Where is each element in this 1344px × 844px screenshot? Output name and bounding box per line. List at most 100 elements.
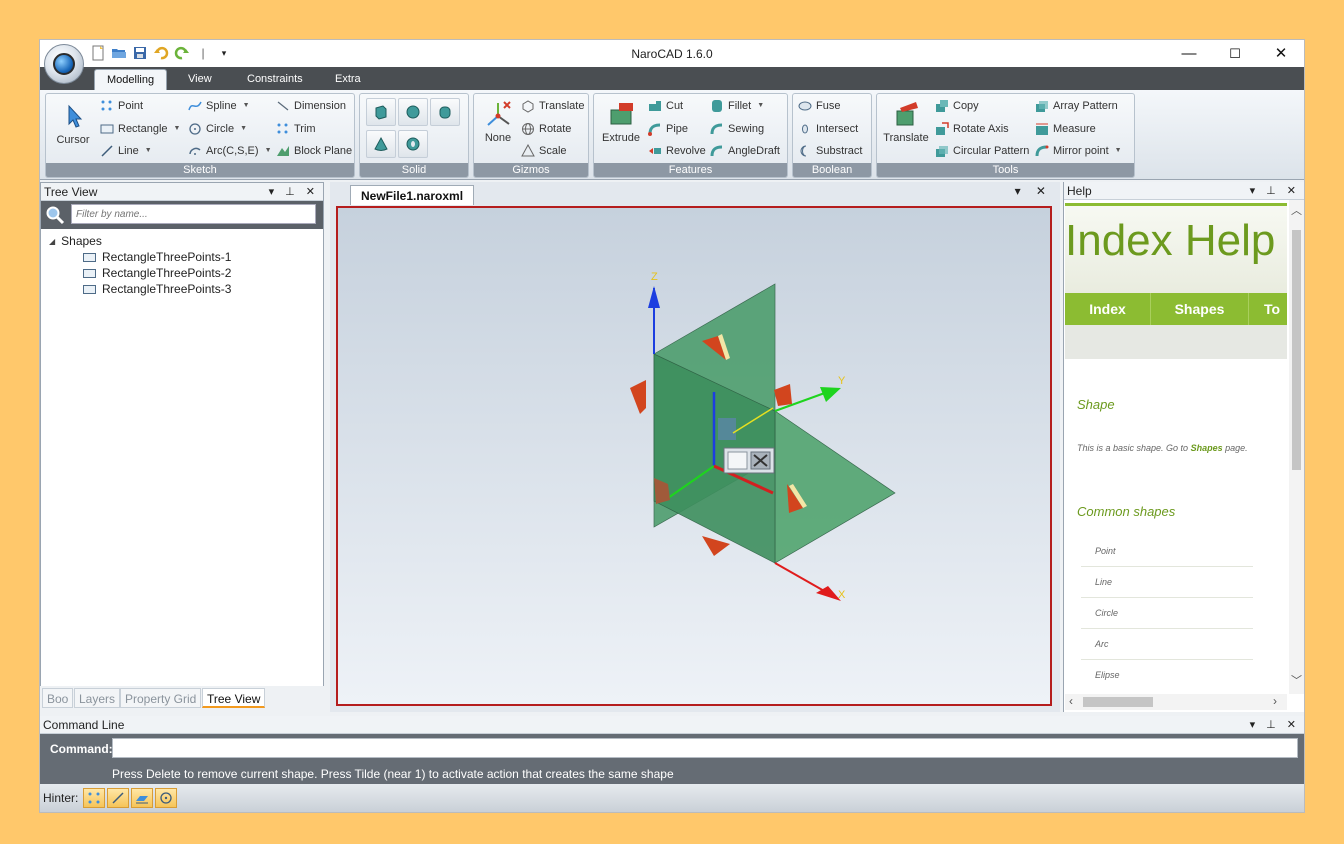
- 3d-viewport[interactable]: Z X Y: [336, 206, 1052, 706]
- scroll-thumb[interactable]: [1292, 230, 1301, 470]
- command-line-panel-tools[interactable]: ▾ ⊥ ✕: [1250, 716, 1300, 734]
- help-horizontal-scrollbar[interactable]: ‹ ›: [1065, 694, 1287, 710]
- help-list-item[interactable]: Line: [1081, 567, 1253, 598]
- translate-gizmo-icon: [521, 99, 535, 113]
- torus-solid-button[interactable]: [398, 130, 428, 158]
- line-button[interactable]: Line ▼: [100, 142, 152, 160]
- search-icon[interactable]: [45, 205, 65, 225]
- resize-handle[interactable]: [774, 384, 792, 406]
- fuse-button[interactable]: Fuse: [798, 97, 840, 115]
- pipe-button[interactable]: Pipe: [648, 120, 688, 138]
- tree-filter-input[interactable]: [71, 204, 316, 224]
- scroll-thumb[interactable]: [1083, 697, 1153, 707]
- scroll-up-icon[interactable]: ︿: [1291, 202, 1302, 218]
- point-button[interactable]: Point: [100, 97, 143, 115]
- sphere-solid-button[interactable]: [398, 98, 428, 126]
- narocad-window: | ▾ NaroCAD 1.6.0 — ☐ ✕ Modelling View C…: [40, 40, 1304, 812]
- angle-draft-button[interactable]: AngleDraft: [710, 142, 780, 160]
- document-tab[interactable]: NewFile1.naroxml: [350, 185, 475, 205]
- tab-modelling[interactable]: Modelling: [94, 69, 168, 90]
- rotate-axis-button[interactable]: Rotate Axis: [935, 120, 1009, 138]
- gizmo-scale-button[interactable]: Scale: [521, 142, 567, 160]
- tree-view-panel: Tree View ▾ ⊥ ✕ ◢ Shapes RectangleThreeP…: [40, 182, 324, 710]
- substract-button[interactable]: Substract: [798, 142, 862, 160]
- dimension-button[interactable]: Dimension: [276, 97, 346, 115]
- circular-pattern-button[interactable]: Circular Pattern: [935, 142, 1029, 160]
- ribbon-group-sketch: Cursor Point Rectangle ▼ Line ▼ Spline ▼ Ci…: [45, 93, 355, 178]
- scroll-right-icon[interactable]: ›: [1273, 694, 1277, 708]
- hinter-point-button[interactable]: [83, 788, 105, 808]
- help-list-item[interactable]: Elipse: [1081, 660, 1253, 691]
- left-panel-tabs: Boo Layers Property Grid Tree View: [40, 686, 324, 710]
- sewing-button[interactable]: Sewing: [710, 120, 764, 138]
- help-nav-shapes[interactable]: Shapes: [1151, 293, 1249, 325]
- tab-constraints[interactable]: Constraints: [235, 69, 315, 90]
- help-nav-index[interactable]: Index: [1065, 293, 1151, 325]
- help-list-item[interactable]: Circle: [1081, 598, 1253, 629]
- help-link-shapes[interactable]: Shapes: [1191, 443, 1223, 453]
- rectangle-button[interactable]: Rectangle ▼: [100, 120, 180, 138]
- tab-tree-view[interactable]: Tree View: [202, 688, 266, 708]
- box-icon: [375, 105, 387, 120]
- tree-root-shapes[interactable]: ◢ Shapes: [49, 234, 102, 248]
- minimize-button[interactable]: —: [1166, 40, 1212, 67]
- trim-button[interactable]: Trim: [276, 120, 316, 138]
- intersect-button[interactable]: Intersect: [798, 120, 858, 138]
- cone-solid-button[interactable]: [366, 130, 396, 158]
- help-nav-tools[interactable]: To: [1249, 293, 1287, 325]
- command-input[interactable]: [112, 738, 1298, 758]
- document-tab-tools[interactable]: ▾ ✕: [1015, 184, 1052, 198]
- cut-button[interactable]: Cut: [648, 97, 683, 115]
- hinter-circle-button[interactable]: [155, 788, 177, 808]
- help-vertical-scrollbar[interactable]: ︿ ﹀: [1289, 200, 1304, 694]
- array-pattern-button[interactable]: Array Pattern: [1035, 97, 1118, 115]
- mirror-point-button[interactable]: Mirror point ▼: [1035, 142, 1122, 160]
- cylinder-solid-button[interactable]: [430, 98, 460, 126]
- gizmo-rotate-button[interactable]: Rotate: [521, 120, 571, 138]
- tab-layers[interactable]: Layers: [74, 688, 121, 708]
- tools-translate-button[interactable]: Translate: [881, 100, 931, 144]
- revolve-button[interactable]: Revolve: [648, 142, 706, 160]
- gizmo-none-button[interactable]: None: [478, 100, 518, 144]
- tab-property-grid[interactable]: Property Grid: [120, 688, 202, 708]
- fillet-button[interactable]: Fillet ▼: [710, 97, 764, 115]
- tree-item[interactable]: RectangleThreePoints-2: [83, 266, 231, 280]
- tree-view-panel-tools[interactable]: ▾ ⊥ ✕: [269, 183, 319, 201]
- arc-button[interactable]: Arc(C,S,E) ▼: [188, 142, 272, 160]
- block-plane-button[interactable]: Block Plane: [276, 142, 352, 160]
- spline-button[interactable]: Spline ▼: [188, 97, 250, 115]
- hinter-line-button[interactable]: [107, 788, 129, 808]
- sphere-icon: [406, 105, 420, 119]
- context-select-icon[interactable]: [727, 451, 748, 470]
- tab-extra[interactable]: Extra: [323, 69, 373, 90]
- scroll-down-icon[interactable]: ﹀: [1291, 672, 1302, 688]
- tab-view[interactable]: View: [176, 69, 224, 90]
- application-menu-button[interactable]: [44, 44, 84, 84]
- measure-button[interactable]: Measure: [1035, 120, 1096, 138]
- tab-boo[interactable]: Boo: [42, 688, 74, 708]
- extrude-button[interactable]: Extrude: [598, 100, 644, 144]
- help-list-item[interactable]: Arc: [1081, 629, 1253, 660]
- y-axis-label: Y: [838, 375, 846, 387]
- circle-button[interactable]: Circle ▼: [188, 120, 247, 138]
- gizmo-center[interactable]: [718, 418, 736, 440]
- close-button[interactable]: ✕: [1258, 40, 1304, 67]
- cursor-button[interactable]: Cursor: [51, 102, 95, 146]
- maximize-button[interactable]: ☐: [1212, 40, 1258, 67]
- tree-item[interactable]: RectangleThreePoints-3: [83, 282, 231, 296]
- help-list-item[interactable]: Point: [1081, 536, 1253, 567]
- copy-button[interactable]: Copy: [935, 97, 979, 115]
- resize-handle[interactable]: [630, 380, 646, 414]
- group-label-features: Features: [594, 163, 787, 177]
- resize-handle[interactable]: [702, 536, 730, 556]
- scroll-left-icon[interactable]: ‹: [1069, 694, 1073, 708]
- point-snap-icon: [88, 792, 100, 804]
- hinter-plane-button[interactable]: [131, 788, 153, 808]
- help-panel-tools[interactable]: ▾ ⊥ ✕: [1250, 182, 1300, 200]
- gizmo-translate-button[interactable]: Translate: [521, 97, 584, 115]
- expand-triangle-icon[interactable]: ◢: [49, 237, 55, 246]
- box-solid-button[interactable]: [366, 98, 396, 126]
- 3d-scene[interactable]: Z X Y: [338, 208, 1050, 704]
- tree-item[interactable]: RectangleThreePoints-1: [83, 250, 231, 264]
- intersect-icon: [798, 122, 812, 136]
